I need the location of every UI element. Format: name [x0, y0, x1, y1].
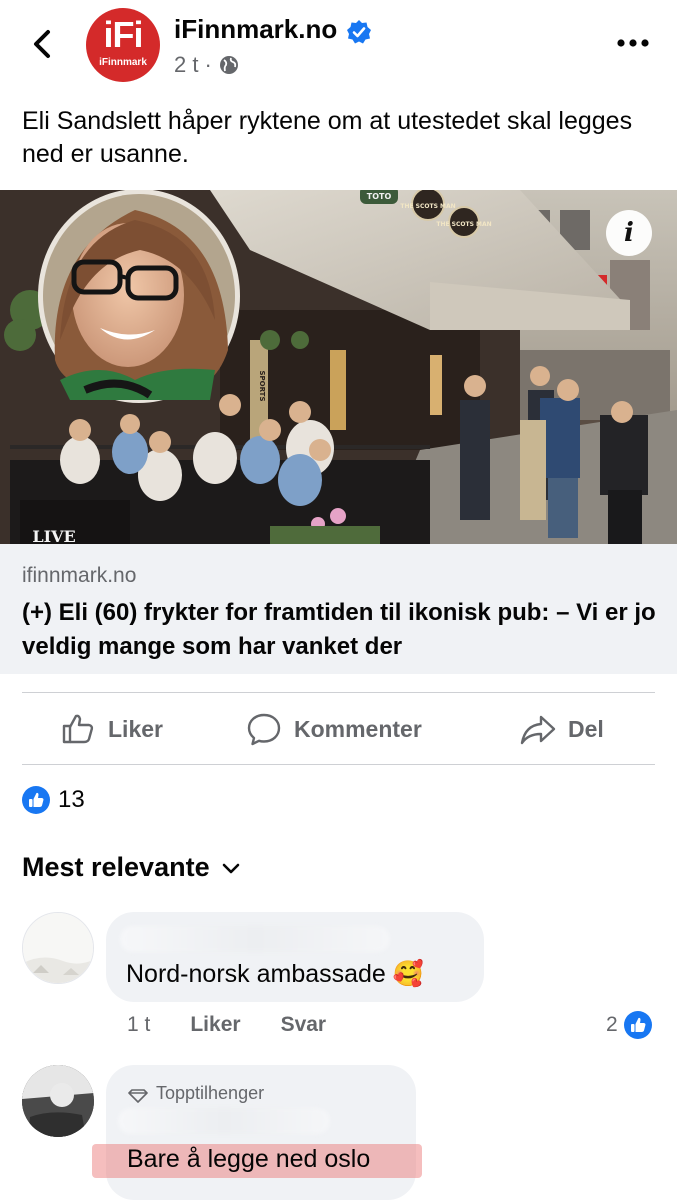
- share-button[interactable]: Del: [520, 708, 604, 750]
- author-name-redacted: [120, 926, 390, 952]
- post-meta: 2 t ·: [174, 52, 240, 78]
- page-avatar[interactable]: iFi iFinnmark: [86, 8, 160, 82]
- comment-bubble[interactable]: Nord-norsk ambassade 🥰: [106, 912, 484, 1002]
- sign-sports: SPORTS: [258, 370, 266, 401]
- top-fan-label: Topptilhenger: [156, 1083, 265, 1103]
- avatar-image: [23, 913, 93, 983]
- logo-subtext: iFinnmark: [99, 57, 147, 68]
- comment-text: Bare å legge ned oslo: [127, 1145, 371, 1173]
- link-domain: ifinnmark.no: [22, 564, 137, 587]
- comment-text: Nord-norsk ambassade 🥰: [126, 960, 424, 988]
- comment-button[interactable]: Kommenter: [246, 708, 422, 750]
- reaction-summary[interactable]: 13: [22, 786, 85, 814]
- sign-toto: TOTO: [367, 192, 392, 201]
- link-title: (+) Eli (60) frykter for framtiden til i…: [22, 599, 656, 660]
- share-label: Del: [568, 715, 604, 742]
- more-dots-icon: [617, 39, 649, 47]
- globe-icon: [219, 56, 238, 74]
- divider-top: [22, 692, 655, 693]
- speech-bubble-icon: [247, 713, 281, 746]
- back-button[interactable]: [28, 24, 58, 64]
- reaction-count: 13: [58, 786, 85, 813]
- comment-reply-button[interactable]: Svar: [281, 1013, 327, 1037]
- sign-scotsman-2: THE SCOTS MAN: [436, 221, 491, 228]
- back-arrow-icon: [34, 30, 50, 58]
- chevron-down-icon: [222, 863, 239, 873]
- sign-live: LIVE: [32, 527, 75, 544]
- diamond-icon: [128, 1088, 148, 1103]
- comment-time[interactable]: 1 t: [127, 1013, 150, 1037]
- page-name[interactable]: iFinnmark.no: [174, 14, 337, 45]
- comments-sort-dropdown[interactable]: Mest relevante: [22, 852, 242, 883]
- like-reaction-icon: [623, 1011, 652, 1039]
- like-button[interactable]: Liker: [60, 708, 163, 750]
- author-name-redacted: [118, 1108, 330, 1134]
- comment-like-button[interactable]: Liker: [190, 1013, 240, 1037]
- link-preview-image[interactable]: TOTO THE SCOTS MAN THE SCOTS MAN LIVE SP…: [0, 190, 677, 544]
- comment-actions: 1 t Liker Svar: [127, 1013, 326, 1037]
- comment-like-number: 2: [606, 1013, 618, 1036]
- avatar-image: [22, 1065, 94, 1137]
- comment-avatar[interactable]: [22, 912, 94, 984]
- more-options-button[interactable]: [612, 28, 656, 58]
- post-header: iFi iFinnmark iFinnmark.no 2 t ·: [0, 0, 677, 100]
- thumbs-up-icon: [62, 714, 94, 744]
- comment-avatar[interactable]: [22, 1065, 94, 1137]
- meta-separator: ·: [204, 52, 212, 77]
- sort-label: Mest relevante: [22, 852, 210, 882]
- share-arrow-icon: [520, 715, 556, 745]
- comment-label: Kommenter: [294, 715, 422, 742]
- info-button[interactable]: i: [606, 210, 652, 256]
- pub-photo: TOTO THE SCOTS MAN THE SCOTS MAN LIVE SP…: [0, 190, 677, 544]
- post-text: Eli Sandslett håper ryktene om at uteste…: [22, 107, 633, 168]
- post-time[interactable]: 2 t: [174, 52, 198, 78]
- link-preview[interactable]: ifinnmark.no (+) Eli (60) frykter for fr…: [0, 544, 677, 674]
- like-label: Liker: [108, 715, 163, 742]
- logo-text: iFi: [103, 14, 144, 55]
- top-fan-badge: Topptilhenger: [128, 1083, 264, 1104]
- divider-bottom: [22, 764, 655, 765]
- comment-like-count[interactable]: 2: [606, 1011, 652, 1039]
- like-reaction-icon: [22, 786, 50, 814]
- verified-badge-icon: [347, 20, 371, 44]
- sign-scotsman-1: THE SCOTS MAN: [400, 203, 455, 210]
